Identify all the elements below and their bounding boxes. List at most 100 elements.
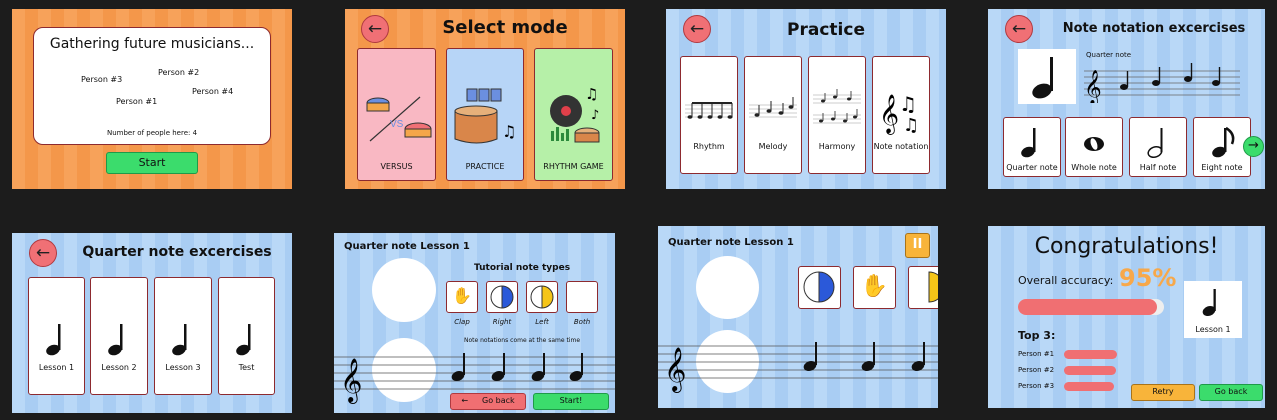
lesson-card[interactable]: Lesson 2 — [90, 277, 148, 395]
hint-text: Note notations come at the same time — [464, 337, 581, 344]
practice-label: Rhythm — [693, 142, 725, 151]
top-player-score-bar — [1064, 366, 1116, 375]
quarter-note-icon — [108, 324, 123, 356]
practice-note-notation-card[interactable]: 𝄞 ♫ ♫ Note notation — [872, 56, 930, 174]
back-button[interactable]: ← — [683, 15, 711, 43]
practice-melody-card[interactable]: Melody — [744, 56, 802, 174]
music-staff: 𝄞 — [658, 342, 938, 393]
right-half-drum-icon — [803, 271, 835, 303]
melody-notes-icon — [749, 97, 797, 118]
arrow-left-icon: ← — [367, 18, 383, 39]
results-screen: Congratulations! Overall accuracy: 95% L… — [988, 226, 1265, 408]
drum-notes-icon: ♫ — [454, 88, 516, 144]
practice-label: Melody — [758, 142, 788, 151]
start-button[interactable]: Start — [106, 152, 198, 174]
lesson-label: Test — [238, 363, 255, 372]
treble-clef-icon: 𝄞 — [664, 347, 686, 393]
svg-text:♪: ♪ — [591, 108, 599, 123]
mode-label: PRACTICE — [465, 162, 505, 171]
arrow-left-icon: ← — [461, 396, 469, 405]
practice-label: Harmony — [818, 142, 856, 151]
mode-practice-card[interactable]: ♫ PRACTICE — [446, 48, 524, 181]
lesson-label: Lesson 2 — [101, 363, 137, 372]
page-title: Quarter note excercises — [82, 244, 272, 260]
person-label: Person #1 — [116, 97, 158, 106]
target-circle-top — [372, 258, 436, 322]
clap-icon: ✋ — [452, 286, 472, 305]
person-label: Person #2 — [158, 68, 200, 77]
top-player-score-bar — [1064, 350, 1117, 359]
svg-text:♫: ♫ — [585, 85, 598, 103]
go-back-label: Go back — [482, 396, 515, 405]
note-option-half[interactable]: Half note — [1129, 117, 1187, 177]
go-back-button[interactable]: Go back — [1199, 384, 1263, 401]
note-option-whole[interactable]: Whole note — [1065, 117, 1123, 177]
select-mode-screen: ← Select mode VS VERSUS ♫ PRACTICE ♫ ♪ R… — [345, 9, 625, 189]
page-title: Note notation excercises — [1062, 21, 1246, 36]
half-note-icon — [1147, 128, 1163, 159]
lesson-card[interactable]: Lesson 1 — [28, 277, 85, 395]
arrow-left-icon: ← — [1011, 18, 1027, 39]
type-both — [566, 281, 598, 313]
note-option-label: Whole note — [1071, 163, 1117, 172]
lesson-badge: Lesson 1 — [1184, 281, 1242, 338]
note-option-label: Half note — [1139, 163, 1177, 172]
back-button[interactable]: ← — [29, 239, 57, 267]
quarter-note-icon — [1202, 289, 1216, 317]
practice-label: Note notation — [873, 142, 929, 151]
type-label: Right — [492, 318, 512, 326]
lesson-card[interactable]: Lesson 3 — [154, 277, 212, 395]
falling-note-right — [798, 266, 841, 309]
treble-clef-icon: 𝄞 — [340, 358, 362, 404]
practice-rhythm-card[interactable]: Rhythm — [680, 56, 738, 174]
lesson-title: Quarter note Lesson 1 — [344, 241, 470, 252]
svg-text:𝄞: 𝄞 — [1084, 70, 1102, 103]
test-card[interactable]: Test — [218, 277, 275, 395]
falling-note-clap: ✋ — [853, 266, 896, 309]
treble-clef-notes-icon: 𝄞 ♫ ♫ — [879, 92, 919, 135]
staff-with-notes: 𝄞 — [1084, 63, 1240, 103]
quarter-note-icon — [236, 324, 251, 356]
mode-versus-card[interactable]: VS VERSUS — [357, 48, 436, 181]
type-left — [526, 281, 558, 313]
eighth-note-icon — [1212, 126, 1235, 158]
arrow-right-icon: → — [1248, 138, 1259, 153]
mode-label: VERSUS — [380, 162, 413, 171]
lesson-label: Lesson 3 — [165, 363, 201, 372]
accuracy-label: Overall accuracy: — [1018, 274, 1114, 287]
harmony-notes-icon — [813, 89, 861, 124]
quarter-note-icon — [46, 324, 61, 356]
left-half-drum-icon — [530, 285, 554, 309]
person-label: Person #3 — [81, 75, 123, 84]
person-label: Person #4 — [192, 87, 234, 96]
vs-text: VS — [390, 119, 404, 130]
type-label: Both — [573, 318, 591, 326]
type-label: Clap — [454, 318, 470, 326]
retry-button[interactable]: Retry — [1131, 384, 1195, 401]
go-back-button[interactable]: ← Go back — [450, 393, 526, 410]
mode-rhythm-game-card[interactable]: ♫ ♪ RHYTHM GAME — [534, 48, 613, 181]
staff-caption: Quarter note — [1086, 51, 1132, 59]
practice-harmony-card[interactable]: Harmony — [808, 56, 866, 174]
svg-text:𝄞: 𝄞 — [879, 94, 899, 135]
pause-button[interactable]: II — [905, 233, 930, 258]
page-title: Congratulations! — [1034, 234, 1219, 259]
svg-text:♫: ♫ — [903, 115, 919, 135]
accuracy-bar-track — [1018, 299, 1164, 315]
drums-versus-icon: VS — [366, 96, 432, 142]
gather-screen: Gathering future musicians... Person #3 … — [12, 9, 292, 189]
back-button[interactable]: ← — [361, 15, 389, 43]
lesson-title: Quarter note Lesson 1 — [668, 237, 794, 248]
note-option-quarter[interactable]: Quarter note — [1003, 117, 1061, 177]
back-button[interactable]: ← — [1005, 15, 1033, 43]
page-title: Select mode — [442, 17, 568, 38]
whole-note-icon — [1084, 137, 1104, 151]
arrow-left-icon: ← — [35, 242, 51, 263]
note-option-label: Quarter note — [1006, 163, 1058, 172]
next-button[interactable]: → — [1243, 136, 1264, 157]
note-option-label: Eight note — [1201, 163, 1243, 172]
type-label: Left — [535, 318, 549, 326]
page-title: Practice — [787, 20, 865, 40]
start-button[interactable]: Start! — [533, 393, 609, 410]
accuracy-bar-fill — [1018, 299, 1157, 315]
